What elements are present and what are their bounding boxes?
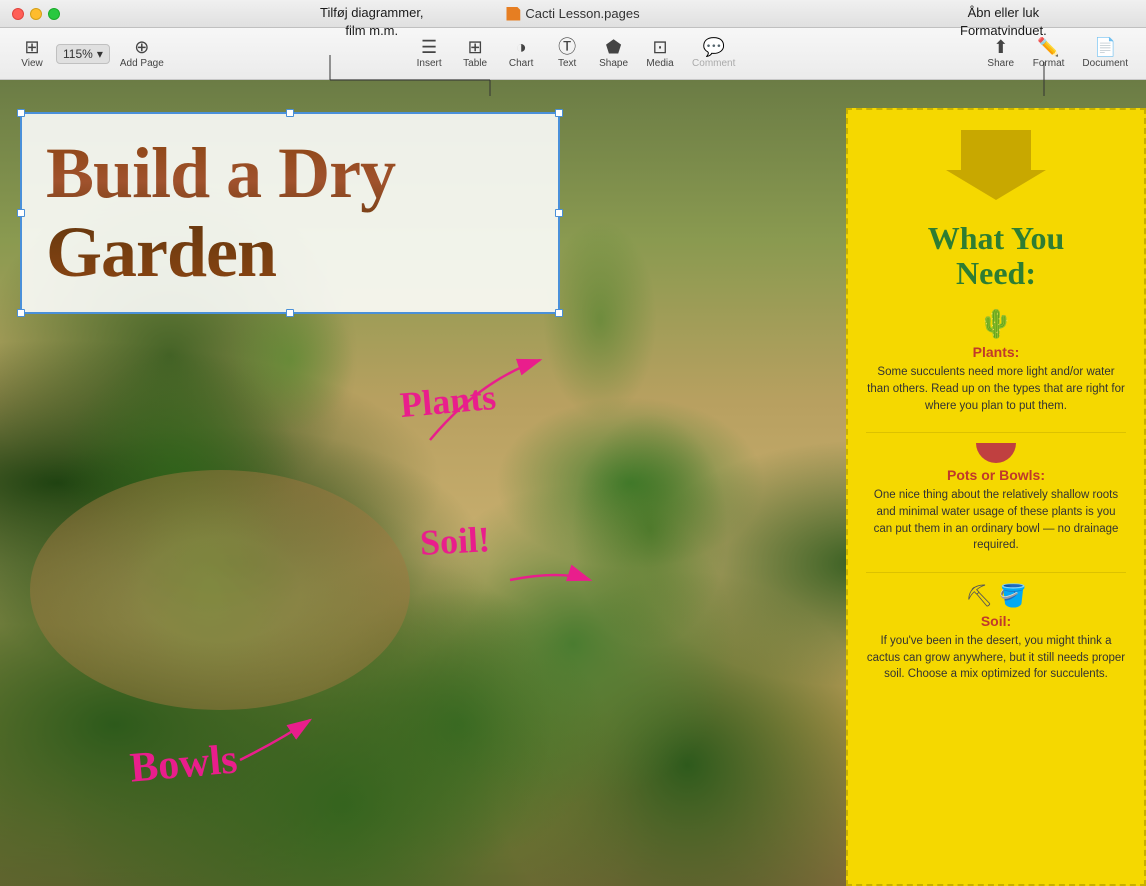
shovel-icon: ⛏ 🪣 — [866, 583, 1126, 609]
insert-icon: ☰ — [421, 38, 437, 56]
text-button[interactable]: Ⓣ Text — [545, 34, 589, 73]
toolbar-right: ⬆ Share ✏️ Format 📄 Document — [979, 34, 1136, 73]
soil-title: Soil: — [866, 613, 1126, 629]
pots-section: Pots or Bowls: One nice thing about the … — [866, 443, 1126, 554]
shape-icon: ⬟ — [606, 38, 622, 56]
plants-title: Plants: — [866, 344, 1126, 360]
down-arrow — [866, 130, 1126, 205]
share-button[interactable]: ⬆ Share — [979, 34, 1023, 73]
fullscreen-button[interactable] — [48, 8, 60, 20]
window-title: Cacti Lesson.pages — [506, 6, 639, 21]
view-button[interactable]: ⊞ View — [10, 34, 54, 73]
chevron-down-icon: ▾ — [97, 47, 103, 61]
handle-tr[interactable] — [555, 109, 563, 117]
media-icon: ⊡ — [653, 38, 668, 56]
canvas: Build a Dry Garden What You Need: 🌵 Plan… — [0, 80, 1146, 886]
comment-icon: 💬 — [703, 38, 725, 56]
info-panel: What You Need: 🌵 Plants: Some succulents… — [846, 108, 1146, 886]
bowl-icon — [976, 443, 1016, 463]
add-page-icon: ⊕ — [134, 38, 149, 56]
title-bar: Cacti Lesson.pages — [0, 0, 1146, 28]
title-text: Build a Dry Garden — [46, 134, 534, 292]
plants-section: 🌵 Plants: Some succulents need more ligh… — [866, 307, 1126, 414]
soil-body: If you've been in the desert, you might … — [866, 633, 1126, 683]
share-icon: ⬆ — [993, 38, 1008, 56]
toolbar: ⊞ View 115% ▾ ⊕ Add Page ☰ Insert ⊞ Tabl… — [0, 28, 1146, 80]
view-icon: ⊞ — [24, 38, 39, 56]
chart-icon: ◑ — [516, 38, 527, 56]
document-icon2: 📄 — [1094, 38, 1116, 56]
zoom-control[interactable]: 115% ▾ — [56, 44, 110, 64]
handle-mr[interactable] — [555, 209, 563, 217]
pots-body: One nice thing about the relatively shal… — [866, 487, 1126, 554]
arrow-down-svg — [946, 130, 1046, 200]
minimize-button[interactable] — [30, 8, 42, 20]
format-button[interactable]: ✏️ Format — [1025, 34, 1073, 73]
toolbar-center: ☰ Insert ⊞ Table ◑ Chart Ⓣ Text ⬟ Shape … — [377, 34, 773, 73]
document-button[interactable]: 📄 Document — [1074, 34, 1136, 73]
comment-button[interactable]: 💬 Comment — [684, 34, 743, 73]
toolbar-left: ⊞ View 115% ▾ ⊕ Add Page — [10, 34, 172, 73]
handle-ml[interactable] — [17, 209, 25, 217]
handle-bl[interactable] — [17, 309, 25, 317]
format-icon: ✏️ — [1037, 38, 1059, 56]
divider-2 — [866, 572, 1126, 573]
handle-bm[interactable] — [286, 309, 294, 317]
handle-tm[interactable] — [286, 109, 294, 117]
panel-heading: What You Need: — [866, 221, 1126, 291]
traffic-lights — [0, 8, 60, 20]
document-icon — [506, 7, 520, 21]
add-page-button[interactable]: ⊕ Add Page — [112, 34, 172, 73]
insert-button[interactable]: ☰ Insert — [407, 34, 451, 73]
table-button[interactable]: ⊞ Table — [453, 34, 497, 73]
handle-br[interactable] — [555, 309, 563, 317]
table-icon: ⊞ — [468, 38, 483, 56]
title-text-box[interactable]: Build a Dry Garden — [20, 112, 560, 314]
divider-1 — [866, 432, 1126, 433]
soil-section: ⛏ 🪣 Soil: If you've been in the desert, … — [866, 583, 1126, 683]
plant-icon: 🌵 — [866, 307, 1126, 340]
shape-button[interactable]: ⬟ Shape — [591, 34, 636, 73]
handle-tl[interactable] — [17, 109, 25, 117]
text-icon: Ⓣ — [558, 38, 576, 56]
plants-body: Some succulents need more light and/or w… — [866, 364, 1126, 414]
chart-button[interactable]: ◑ Chart — [499, 34, 543, 73]
media-button[interactable]: ⊡ Media — [638, 34, 682, 73]
close-button[interactable] — [12, 8, 24, 20]
pots-title: Pots or Bowls: — [866, 467, 1126, 483]
